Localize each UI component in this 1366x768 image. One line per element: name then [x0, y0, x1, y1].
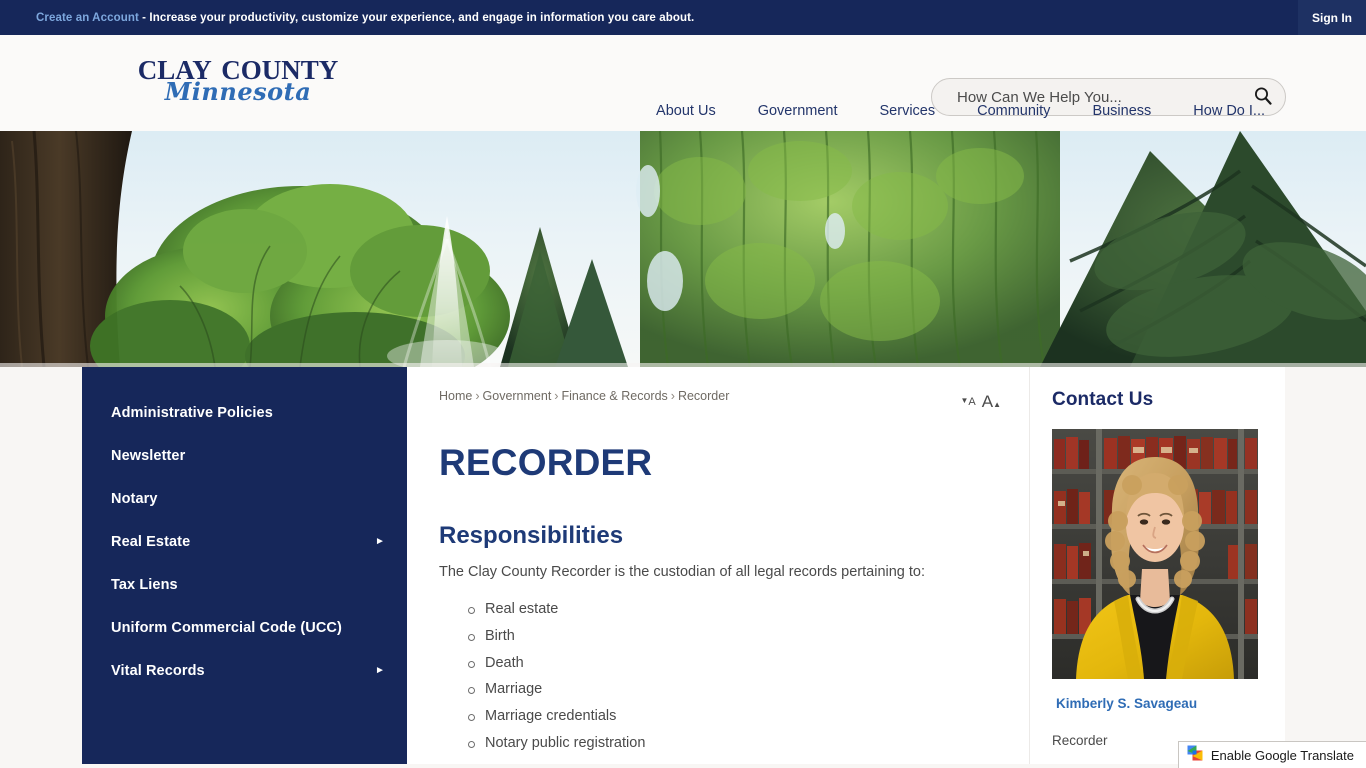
- nav-item-about-us[interactable]: About Us: [635, 97, 737, 125]
- nav-item-community[interactable]: Community: [956, 97, 1071, 125]
- nav-item-services[interactable]: Services: [859, 97, 957, 125]
- nav-item-business[interactable]: Business: [1071, 97, 1172, 125]
- top-utility-bar: Create an Account - Increase your produc…: [0, 0, 1366, 35]
- breadcrumb-row: Home › Government › Finance & Records › Record…: [439, 389, 1029, 412]
- triangle-down-icon: ▼: [960, 396, 969, 405]
- sidebar-item-label: Uniform Commercial Code (UCC): [111, 619, 342, 636]
- list-item: Birth: [468, 623, 1029, 650]
- account-message: Create an Account - Increase your produc…: [0, 12, 694, 24]
- main-navigation: About Us Government Services Community B…: [635, 97, 1286, 131]
- sidebar-item-notary[interactable]: Notary: [82, 477, 407, 520]
- enable-google-translate-button[interactable]: Enable Google Translate: [1177, 741, 1366, 768]
- contact-us-panel: Contact Us Kimberly S. Savageau Recorder: [1029, 367, 1285, 764]
- content-card: Administrative Policies Newsletter Notar…: [82, 367, 1285, 764]
- breadcrumb-separator: ›: [554, 389, 559, 403]
- sidebar-item-vital-records[interactable]: Vital Records ►: [82, 649, 407, 692]
- sidebar-item-newsletter[interactable]: Newsletter: [82, 434, 407, 477]
- increase-font-size-button[interactable]: A ▲: [982, 392, 1001, 412]
- sidebar-item-label: Newsletter: [111, 447, 186, 464]
- list-item: Marriage: [468, 676, 1029, 703]
- decrease-font-size-label: A: [968, 396, 976, 408]
- nav-item-government[interactable]: Government: [737, 97, 859, 125]
- contact-person-link[interactable]: Kimberly S. Savageau: [1056, 696, 1285, 711]
- banner-artwork: [0, 131, 1366, 367]
- sidebar-item-administrative-policies[interactable]: Administrative Policies: [82, 391, 407, 434]
- chevron-right-icon: ►: [375, 535, 385, 547]
- portrait-artwork: [1052, 429, 1258, 679]
- page-body: Administrative Policies Newsletter Notar…: [0, 367, 1366, 764]
- list-item: Notary public registration: [468, 730, 1029, 757]
- list-item: Death: [468, 650, 1029, 677]
- section-heading-responsibilities: Responsibilities: [439, 522, 624, 549]
- breadcrumb-separator: ›: [475, 389, 480, 403]
- breadcrumb-item-home[interactable]: Home: [439, 389, 472, 403]
- increase-font-size-label: A: [981, 392, 994, 411]
- responsibilities-list: Real estate Birth Death Marriage Marriag…: [439, 596, 1029, 757]
- sidebar-item-label: Notary: [111, 490, 158, 507]
- font-size-controls: ▼ A A ▲: [960, 392, 1001, 412]
- sidebar-item-uniform-commercial-code[interactable]: Uniform Commercial Code (UCC): [82, 606, 407, 649]
- sidebar-item-label: Real Estate: [111, 533, 191, 550]
- breadcrumb-item-government[interactable]: Government: [483, 389, 552, 403]
- sidebar-item-real-estate[interactable]: Real Estate ►: [82, 520, 407, 563]
- list-item: Real estate: [468, 596, 1029, 623]
- breadcrumb-item-recorder: Recorder: [677, 389, 730, 403]
- create-account-link[interactable]: Create an Account: [36, 12, 139, 24]
- sidebar-item-label: Administrative Policies: [111, 404, 273, 421]
- breadcrumb-separator: ›: [670, 389, 675, 403]
- breadcrumb: Home › Government › Finance & Records › Record…: [439, 389, 729, 403]
- page-title: RECORDER: [439, 442, 653, 483]
- chevron-right-icon: ►: [375, 664, 385, 676]
- contact-us-heading: Contact Us: [1052, 389, 1154, 410]
- account-message-text: - Increase your productivity, customize …: [138, 11, 695, 24]
- contact-portrait-photo: [1052, 429, 1258, 679]
- site-logo[interactable]: Clay County Minnesota: [88, 45, 388, 117]
- google-translate-label: Enable Google Translate: [1210, 747, 1354, 763]
- logo-state-name: Minnesota: [164, 77, 312, 106]
- list-item: Marriage credentials: [468, 703, 1029, 730]
- google-translate-icon: [1187, 745, 1203, 766]
- main-content: Home › Government › Finance & Records › Record…: [407, 367, 1029, 764]
- triangle-up-icon: ▲: [993, 400, 1001, 409]
- sidebar-item-label: Vital Records: [111, 662, 205, 679]
- site-header: Clay County Minnesota About Us Governmen…: [0, 35, 1366, 131]
- sidebar-item-tax-liens[interactable]: Tax Liens: [82, 563, 407, 606]
- hero-banner-image: [0, 131, 1366, 367]
- decrease-font-size-button[interactable]: ▼ A: [960, 396, 975, 408]
- sidebar-item-label: Tax Liens: [111, 576, 178, 593]
- intro-paragraph: The Clay County Recorder is the custodia…: [439, 564, 926, 580]
- breadcrumb-item-finance-records[interactable]: Finance & Records: [561, 389, 667, 403]
- nav-item-how-do-i[interactable]: How Do I...: [1172, 97, 1286, 125]
- section-sidebar: Administrative Policies Newsletter Notar…: [82, 367, 407, 764]
- sign-in-button[interactable]: Sign In: [1298, 0, 1366, 35]
